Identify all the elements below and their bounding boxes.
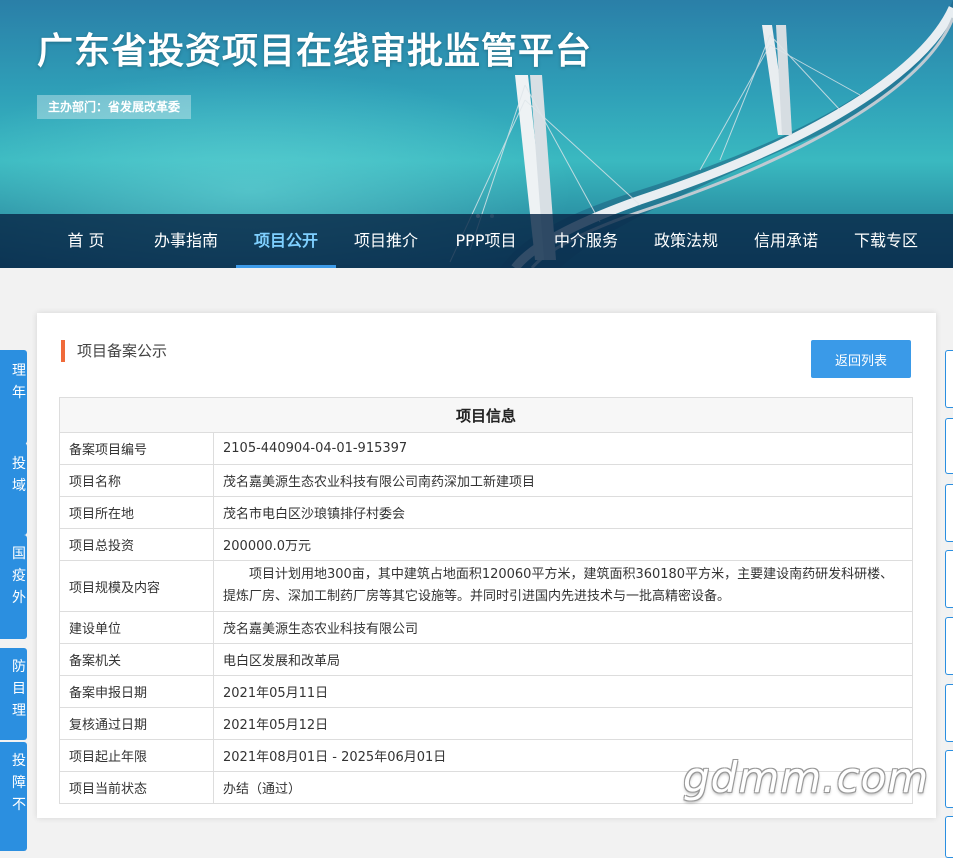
site-title: 广东省投资项目在线审批监管平台: [37, 31, 593, 72]
nav-item-guide[interactable]: 办事指南: [136, 214, 236, 268]
record-panel: 项目备案公示 返回列表 项目信息 备案项目编号 2105-440904-04-0…: [37, 313, 936, 818]
side-tab-right[interactable]: [945, 750, 953, 808]
nav-item-credit[interactable]: 信用承诺: [736, 214, 836, 268]
field-value: 2105-440904-04-01-915397: [213, 432, 913, 465]
side-tab-text: 防: [12, 659, 26, 675]
table-row: 项目名称 茂名嘉美源生态农业科技有限公司南药深加工新建项目: [59, 464, 913, 497]
field-label: 备案项目编号: [59, 432, 214, 465]
side-tab-text: 理: [12, 703, 26, 719]
side-tab-3[interactable]: 国 疫 外: [0, 535, 27, 639]
main-nav: 首 页 办事指南 项目公开 项目推介 PPP项目 中介服务 政策法规 信用承诺 …: [0, 214, 953, 268]
nav-item-downloads[interactable]: 下载专区: [836, 214, 936, 268]
side-tab-text: 疫: [12, 568, 26, 584]
field-label: 项目总投资: [59, 528, 214, 561]
field-value: 2021年05月11日: [213, 675, 913, 708]
nav-item-ppp[interactable]: PPP项目: [436, 214, 536, 268]
side-tab-right[interactable]: [945, 684, 953, 742]
table-row: 备案机关 电白区发展和改革局: [59, 643, 913, 676]
project-info-table: 项目信息 备案项目编号 2105-440904-04-01-915397 项目名…: [59, 397, 913, 804]
field-value: 茂名市电白区沙琅镇排仔村委会: [213, 496, 913, 529]
side-tab-text: 年: [12, 385, 26, 401]
table-header-row: 项目信息: [59, 397, 913, 433]
table-row: 建设单位 茂名嘉美源生态农业科技有限公司: [59, 611, 913, 644]
side-tab-right[interactable]: [945, 816, 953, 858]
table-row: 项目总投资 200000.0万元: [59, 528, 913, 561]
table-row: 备案申报日期 2021年05月11日: [59, 675, 913, 708]
panel-title: 项目备案公示: [61, 340, 167, 362]
field-label: 项目名称: [59, 464, 214, 497]
side-tab-text: 投: [12, 456, 26, 472]
side-tab-text: 国: [12, 546, 26, 562]
side-tab-text: 目: [12, 681, 26, 697]
side-tab-text: 域: [12, 478, 26, 494]
side-tab-5[interactable]: 投 障 不: [0, 742, 27, 851]
field-label: 项目起止年限: [59, 739, 214, 772]
field-label: 备案申报日期: [59, 675, 214, 708]
field-value: 电白区发展和改革局: [213, 643, 913, 676]
side-tab-2[interactable]: 投 域: [0, 443, 27, 535]
field-value: 项目计划用地300亩，其中建筑占地面积120060平方米，建筑面积360180平…: [213, 560, 913, 612]
nav-item-policy[interactable]: 政策法规: [636, 214, 736, 268]
nav-item-promotion[interactable]: 项目推介: [336, 214, 436, 268]
table-row: 备案项目编号 2105-440904-04-01-915397: [59, 432, 913, 465]
nav-item-intermediary[interactable]: 中介服务: [536, 214, 636, 268]
field-value: 2021年05月12日: [213, 707, 913, 740]
side-tab-right[interactable]: [945, 484, 953, 542]
side-tab-text: 外: [12, 590, 26, 606]
table-row: 复核通过日期 2021年05月12日: [59, 707, 913, 740]
field-label: 项目规模及内容: [59, 560, 214, 612]
table-row: 项目所在地 茂名市电白区沙琅镇排仔村委会: [59, 496, 913, 529]
field-label: 建设单位: [59, 611, 214, 644]
side-tab-right[interactable]: [945, 617, 953, 675]
side-tab-4[interactable]: 防 目 理: [0, 648, 27, 740]
side-tab-text: 理: [12, 363, 26, 379]
side-tab-text: 障: [12, 775, 26, 791]
side-tab-right[interactable]: [945, 350, 953, 408]
field-value: 茂名嘉美源生态农业科技有限公司: [213, 611, 913, 644]
field-label: 项目当前状态: [59, 771, 214, 804]
side-tab-1[interactable]: 理 年: [0, 350, 27, 444]
field-label: 复核通过日期: [59, 707, 214, 740]
side-tab-right[interactable]: [945, 550, 953, 608]
nav-item-projects[interactable]: 项目公开: [236, 214, 336, 268]
watermark: gdmm.com: [683, 753, 930, 802]
field-label: 备案机关: [59, 643, 214, 676]
table-heading: 项目信息: [59, 397, 913, 433]
sponsor-label: 主办部门：省发展改革委: [37, 95, 192, 119]
field-value: 茂名嘉美源生态农业科技有限公司南药深加工新建项目: [213, 464, 913, 497]
table-row: 项目规模及内容 项目计划用地300亩，其中建筑占地面积120060平方米，建筑面…: [59, 560, 913, 612]
field-value: 200000.0万元: [213, 528, 913, 561]
back-to-list-button[interactable]: 返回列表: [811, 340, 911, 378]
side-tab-text: 不: [12, 797, 26, 813]
nav-item-home[interactable]: 首 页: [36, 214, 136, 268]
field-label: 项目所在地: [59, 496, 214, 529]
side-tab-text: 投: [12, 753, 26, 769]
side-tab-right[interactable]: [945, 418, 953, 474]
